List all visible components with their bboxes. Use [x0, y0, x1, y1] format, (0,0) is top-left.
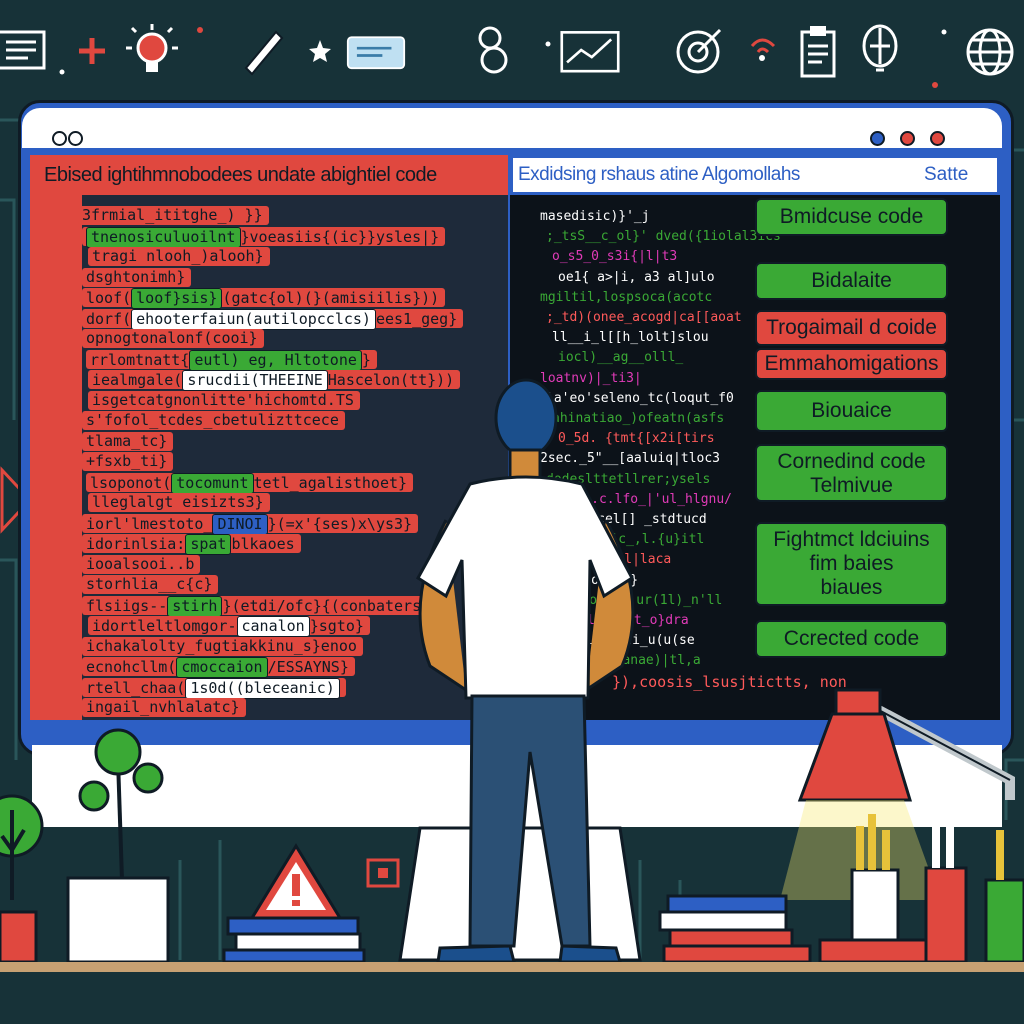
foreground-scene	[0, 378, 1024, 964]
desk-surface	[0, 962, 1024, 972]
potted-plant	[66, 728, 170, 964]
warning-sign	[249, 843, 343, 920]
small-plant	[0, 794, 44, 964]
